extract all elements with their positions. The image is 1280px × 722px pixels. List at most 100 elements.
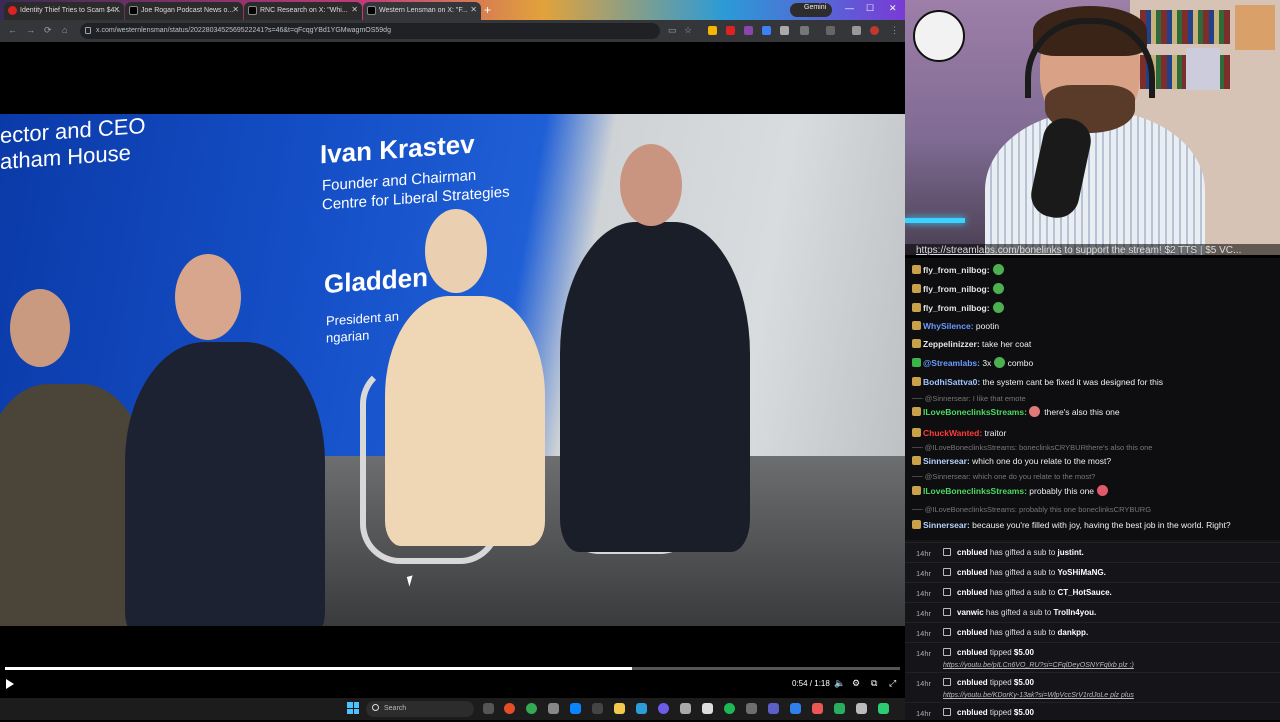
app-icon[interactable] [592,703,603,714]
gift-icon [943,548,951,556]
chat-username[interactable]: ILoveBoneclinksStreams: [923,486,1027,496]
chat-username[interactable]: WhySilence: [923,321,974,331]
event-target: dankpp. [1057,628,1089,637]
chat-text: 3x [979,358,992,368]
extension-icon[interactable] [744,26,753,35]
app-icon[interactable] [856,703,867,714]
task-view-icon[interactable] [483,703,494,714]
tab-1[interactable]: Identity Thief Tries to Scam $4... ✕ [4,2,124,20]
chat-username[interactable]: BodhiSattva0: [923,377,980,387]
gift-icon [943,568,951,576]
back-icon[interactable]: ← [8,25,17,35]
new-tab-icon[interactable]: + [484,3,491,17]
extension-icon[interactable] [780,26,789,35]
extensions-puzzle-icon[interactable] [800,26,809,35]
video-frame[interactable]: ector and CEO atham House Ivan Krastev F… [0,114,905,626]
user-badge-icon [912,358,921,367]
app-icon[interactable] [702,703,713,714]
app-icon[interactable] [834,703,845,714]
close-icon[interactable]: ✕ [470,5,477,14]
event-time: 14hr [916,569,932,578]
chat-username[interactable]: Sinnersear: [923,456,970,466]
chat-username[interactable]: fly_from_nilbog: [923,284,990,294]
app-icon[interactable] [878,703,889,714]
tab-3[interactable]: RNC Research on X: "Whi... ✕ [244,2,362,20]
menu-kebab-icon[interactable]: ⋮ [890,25,899,36]
app-icon[interactable] [746,703,757,714]
seek-bar[interactable] [5,667,900,670]
chat-username[interactable]: fly_from_nilbog: [923,265,990,275]
event-action: has gifted a sub to [987,628,1058,637]
spotify-icon[interactable] [724,703,735,714]
youtube-icon [8,6,17,15]
event-action: has gifted a sub to [987,588,1058,597]
close-window-icon[interactable]: ✕ [889,3,897,14]
minimize-icon[interactable]: — [845,3,854,13]
event-text: cnblued tipped $5.00 [957,678,1034,687]
download-icon[interactable] [852,26,861,35]
user-badge-icon [912,321,921,330]
gemini-button[interactable]: Gemini [790,3,833,17]
bookmark-star-icon[interactable]: ☆ [684,25,692,36]
maximize-icon[interactable]: ☐ [866,3,874,14]
backdrop-name: Ivan Krastev [320,128,475,170]
chat-username[interactable]: ILoveBoneclinksStreams: [923,407,1027,417]
chrome-icon[interactable] [526,703,537,714]
tab-4[interactable]: Western Lensman on X: "F... ✕ [363,2,481,20]
discord-icon[interactable] [658,703,669,714]
chat-username[interactable]: fly_from_nilbog: [923,303,990,313]
event-target: $5.00 [1013,678,1034,687]
play-icon[interactable] [6,679,14,689]
event-action: has gifted a sub to [987,548,1058,557]
reload-icon[interactable]: ⟳ [44,25,52,36]
user-badge-icon [912,456,921,465]
tab-2[interactable]: Joe Rogan Podcast News o... ✕ [125,2,243,20]
tip-message-link[interactable]: https://youtu.be/pILCn6VO_RU?si=CFqlDeyO… [943,662,1134,669]
event-time: 14hr [916,679,932,688]
app-icon[interactable] [570,703,581,714]
event-time: 14hr [916,549,932,558]
volume-icon[interactable]: 🔈 [834,678,845,689]
taskbar-search[interactable]: Search [366,701,474,717]
video-player[interactable]: ector and CEO atham House Ivan Krastev F… [0,42,905,698]
close-icon[interactable]: ✕ [351,5,358,14]
settings-gear-icon[interactable]: ⚙ [852,678,860,689]
home-icon[interactable]: ⌂ [62,25,67,35]
chat-username[interactable]: Zeppelinizzer: [923,339,980,349]
profile-avatar[interactable] [870,26,879,35]
cast-icon[interactable]: ▭ [668,25,677,36]
file-explorer-icon[interactable] [614,703,625,714]
event-action: tipped [987,678,1014,687]
sidebar-icon[interactable] [826,26,835,35]
close-icon[interactable]: ✕ [113,5,120,14]
app-icon[interactable] [790,703,801,714]
event-target: YoSHiMaNG. [1057,568,1106,577]
app-icon[interactable] [768,703,779,714]
app-icon[interactable] [636,703,647,714]
chat-reply-context: ── @ILoveBoneclinksStreams: boneclinksCR… [912,443,1152,452]
close-icon[interactable]: ✕ [232,5,239,14]
windows-start-icon[interactable] [347,702,359,714]
extension-icon[interactable] [708,26,717,35]
forward-icon[interactable]: → [26,25,35,35]
url-field[interactable]: x.com/westernlensman/status/202280345256… [80,23,660,39]
streamlabs-link[interactable]: https://streamlabs.com/bonelinks [916,245,1062,256]
fullscreen-icon[interactable]: ⤢ [889,678,896,689]
panelist-head [175,254,241,340]
tip-message-link[interactable]: https://youtu.be/KDorKy-13ak?si=WlpVccSr… [943,692,1134,699]
backdrop-text: ector and CEO atham House [0,114,146,175]
reply-text: ── @Sinnersear: I like that emote [912,394,1026,403]
extension-icon[interactable] [762,26,771,35]
url-text: x.com/westernlensman/status/202280345256… [96,27,391,34]
chat-username[interactable]: @Streamlabs: [923,358,980,368]
app-icon[interactable] [812,703,823,714]
picture-in-picture-icon[interactable]: ⧉ [871,678,877,689]
chat-username[interactable]: Sinnersear: [923,520,970,530]
chat-username[interactable]: ChuckWanted: [923,428,982,438]
app-icon[interactable] [680,703,691,714]
app-icon[interactable] [548,703,559,714]
app-icon[interactable] [504,703,515,714]
gemini-label: Gemini [804,4,827,11]
webcam-feed [905,0,1280,255]
extension-icon[interactable] [726,26,735,35]
